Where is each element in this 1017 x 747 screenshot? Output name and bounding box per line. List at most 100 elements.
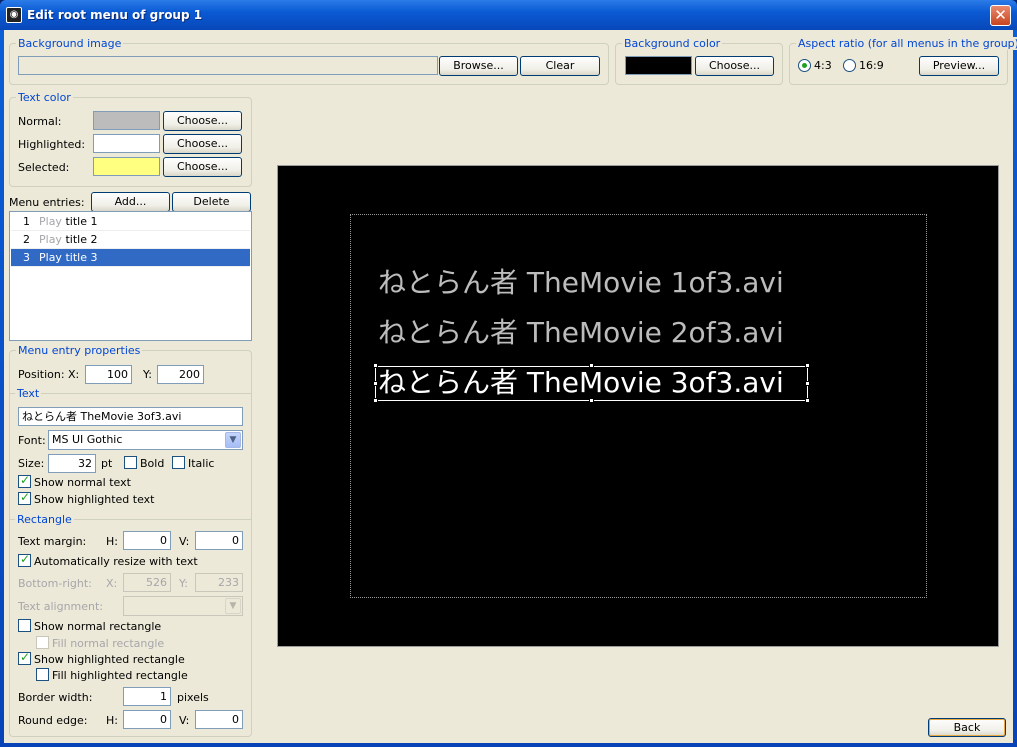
dialog-window: ◉ Edit root menu of group 1 ✕ Background… — [0, 0, 1017, 747]
aspect-43-radio[interactable] — [798, 59, 811, 72]
entry-title: title 3 — [65, 251, 98, 264]
chevron-down-icon[interactable]: ▼ — [225, 432, 241, 448]
position-x-label: X: — [68, 368, 80, 381]
bold-checkbox[interactable] — [124, 456, 137, 469]
entry-number: 2 — [23, 233, 30, 246]
resize-handle[interactable] — [805, 381, 810, 386]
client-area: Background image Browse... Clear Backgro… — [4, 30, 1017, 743]
round-v-input[interactable]: 0 — [195, 710, 243, 729]
italic-checkbox[interactable] — [172, 456, 185, 469]
position-x-input[interactable]: 100 — [85, 365, 132, 384]
chevron-down-icon[interactable]: ▼ — [225, 598, 241, 614]
text-color-group: Text color Normal: Choose... Highlighted… — [9, 91, 252, 187]
size-label: Size: — [18, 457, 45, 470]
text-margin-label: Text margin: — [18, 535, 87, 548]
resize-handle[interactable] — [805, 398, 810, 403]
resize-handle[interactable] — [373, 363, 378, 368]
normal-color-choose-button[interactable]: Choose... — [163, 111, 242, 131]
background-color-group: Background color Choose... — [615, 37, 783, 85]
show-highlighted-rect-checkbox[interactable] — [18, 650, 31, 665]
rectangle-group-label: Rectangle — [15, 513, 74, 526]
margin-h-label: H: — [106, 535, 118, 548]
selected-color-label: Selected: — [18, 161, 70, 174]
preview-button[interactable]: Preview... — [919, 56, 999, 76]
selection-rectangle[interactable] — [375, 366, 808, 401]
clear-button[interactable]: Clear — [520, 56, 600, 76]
round-h-label: H: — [106, 714, 118, 727]
delete-entry-button[interactable]: Delete — [172, 192, 251, 212]
entry-prefix: Play — [39, 233, 62, 246]
show-highlighted-text-checkbox[interactable] — [18, 490, 31, 505]
title-bar[interactable]: ◉ Edit root menu of group 1 ✕ — [0, 0, 1017, 30]
menu-entry-properties-label: Menu entry properties — [16, 344, 143, 357]
resize-handle[interactable] — [589, 398, 594, 403]
close-button[interactable]: ✕ — [990, 5, 1011, 26]
background-color-choose-button[interactable]: Choose... — [695, 56, 774, 76]
aspect-169-radio[interactable] — [843, 59, 856, 72]
show-normal-rect-label: Show normal rectangle — [34, 620, 162, 633]
menu-entry-text-2[interactable]: ねとらん者 TheMovie 2of3.avi — [378, 316, 784, 350]
background-image-path-input[interactable] — [18, 56, 438, 75]
pixels-label: pixels — [177, 691, 209, 704]
font-select[interactable]: MS UI Gothic ▼ — [48, 430, 243, 450]
bottom-right-label: Bottom-right: — [18, 577, 92, 590]
aspect-ratio-group: Aspect ratio (for all menus in the group… — [789, 37, 1017, 85]
menu-entry-text-1[interactable]: ねとらん者 TheMovie 1of3.avi — [378, 266, 784, 300]
text-group: Text ねとらん者 TheMovie 3of3.avi Font: MS UI… — [9, 387, 252, 511]
margin-v-input[interactable]: 0 — [195, 531, 243, 550]
fill-highlighted-rect-checkbox[interactable] — [36, 668, 49, 681]
selected-color-swatch — [93, 157, 160, 176]
selected-color-choose-button[interactable]: Choose... — [163, 157, 242, 177]
bottom-right-x-input[interactable]: 526 — [123, 573, 171, 592]
browse-button[interactable]: Browse... — [439, 56, 518, 76]
size-input[interactable]: 32 — [48, 454, 96, 473]
show-normal-text-checkbox[interactable] — [18, 473, 31, 488]
entry-title: title 1 — [65, 215, 98, 228]
text-color-label: Text color — [16, 91, 73, 104]
round-h-input[interactable]: 0 — [123, 710, 171, 729]
highlighted-color-label: Highlighted: — [18, 138, 86, 151]
fill-normal-rect-checkbox[interactable] — [36, 636, 49, 649]
resize-handle[interactable] — [373, 398, 378, 403]
background-image-label: Background image — [16, 37, 124, 50]
rectangle-group: Rectangle Text margin: H: 0 V: 0 Automat… — [9, 513, 252, 737]
resize-handle[interactable] — [373, 381, 378, 386]
add-entry-button[interactable]: Add... — [91, 192, 170, 212]
entry-text-input[interactable]: ねとらん者 TheMovie 3of3.avi — [18, 407, 243, 426]
bottom-right-y-label: Y: — [179, 577, 188, 590]
margin-h-input[interactable]: 0 — [123, 531, 171, 550]
menu-preview-canvas[interactable]: ねとらん者 TheMovie 1of3.avi ねとらん者 TheMovie 2… — [277, 165, 999, 647]
resize-handle[interactable] — [589, 363, 594, 368]
menu-entries-list[interactable]: 1 Play title 1 2 Play title 2 3 Play tit… — [9, 211, 252, 341]
back-button[interactable]: Back — [928, 718, 1006, 737]
app-icon: ◉ — [6, 7, 22, 23]
bold-label: Bold — [140, 457, 165, 470]
show-highlighted-rect-label: Show highlighted rectangle — [34, 653, 185, 666]
aspect-169-label: 16:9 — [859, 59, 884, 72]
entry-number: 1 — [23, 215, 30, 228]
highlighted-color-choose-button[interactable]: Choose... — [163, 134, 242, 154]
bottom-right-y-input[interactable]: 233 — [195, 573, 243, 592]
list-item[interactable]: 1 Play title 1 — [11, 213, 250, 231]
auto-resize-checkbox[interactable] — [18, 552, 31, 567]
fill-normal-rect-label: Fill normal rectangle — [52, 637, 165, 650]
background-color-swatch — [625, 56, 692, 75]
size-unit-label: pt — [101, 457, 113, 470]
resize-handle[interactable] — [805, 363, 810, 368]
position-y-label: Y: — [143, 368, 152, 381]
show-normal-rect-checkbox[interactable] — [18, 619, 31, 632]
border-width-input[interactable]: 1 — [123, 687, 171, 706]
menu-entries-label: Menu entries: — [9, 196, 85, 209]
list-item[interactable]: 2 Play title 2 — [11, 231, 250, 249]
position-label: Position: — [18, 368, 65, 381]
list-item-selected[interactable]: 3 Play title 3 — [11, 249, 250, 267]
background-color-label: Background color — [622, 37, 723, 50]
entry-prefix: Play — [39, 251, 62, 264]
auto-resize-label: Automatically resize with text — [34, 555, 198, 568]
position-y-input[interactable]: 200 — [157, 365, 204, 384]
normal-color-swatch — [93, 111, 160, 130]
font-select-value: MS UI Gothic — [52, 433, 123, 446]
entry-number: 3 — [23, 251, 30, 264]
text-alignment-select[interactable]: ▼ — [123, 596, 243, 616]
margin-v-label: V: — [179, 535, 190, 548]
